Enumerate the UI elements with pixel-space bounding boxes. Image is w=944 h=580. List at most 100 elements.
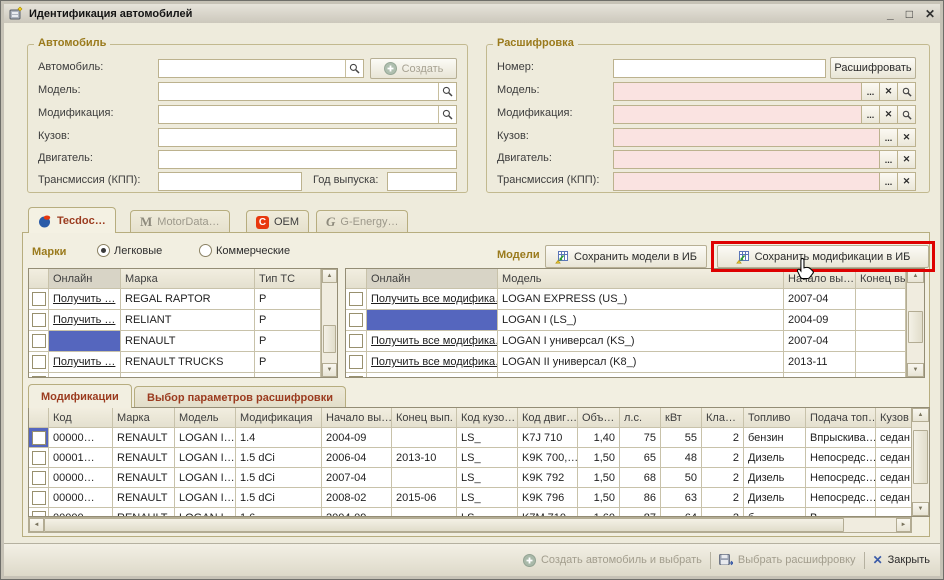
title-bar[interactable]: Идентификация автомобилей _ □ ✕ (4, 4, 940, 23)
decode-model-field[interactable] (613, 82, 862, 101)
cell[interactable]: 00000… (49, 428, 113, 448)
table-row[interactable]: Получить … RENAULT TRUCKS P (29, 352, 337, 373)
create-vehicle-button[interactable]: Создать (370, 58, 457, 79)
column-header[interactable]: Кла… (702, 408, 744, 428)
cell[interactable]: 2015-06 (392, 488, 457, 508)
start-cell[interactable]: 2012-09 (784, 373, 856, 378)
tab-tecdoc[interactable]: Tecdoc… (28, 207, 116, 233)
decode-modification-field[interactable] (613, 105, 862, 124)
cell[interactable]: Непосредс… (806, 488, 876, 508)
checkbox[interactable] (32, 376, 46, 378)
start-cell[interactable]: 2013-11 (784, 352, 856, 373)
models-header-online[interactable]: Онлайн (367, 269, 498, 289)
cell[interactable]: б… (744, 508, 806, 517)
table-row[interactable]: Получить … RELIANT P (29, 310, 337, 331)
checkbox[interactable] (349, 313, 363, 327)
end-cell[interactable] (856, 331, 906, 352)
cell[interactable]: 1,40 (578, 428, 620, 448)
maximize-button[interactable]: □ (906, 7, 913, 21)
minimize-button[interactable]: _ (887, 7, 894, 21)
row-checkbox-cell[interactable] (346, 310, 367, 331)
table-row[interactable]: Получить все модифика… LOGAN/STEPWAY II … (346, 373, 924, 378)
table-row[interactable]: 00001… RENAULT LOGAN I… 1.5 dCi 2006-04 … (29, 448, 929, 468)
vehicle-modification-input[interactable] (158, 105, 457, 124)
scroll-left-icon[interactable]: ◄ (29, 518, 44, 532)
cell[interactable]: 87 (620, 508, 661, 517)
tab-motordata[interactable]: M MotorData… (130, 210, 230, 233)
checkbox[interactable] (32, 431, 46, 445)
cell[interactable] (392, 428, 457, 448)
selected-cell[interactable] (367, 310, 498, 331)
cell[interactable]: 1,60 (578, 508, 620, 517)
start-cell[interactable]: 2007-04 (784, 331, 856, 352)
tab-modifications[interactable]: Модификации (28, 384, 132, 408)
cell[interactable]: 00000… (49, 488, 113, 508)
cell[interactable]: 2013-10 (392, 448, 457, 468)
cell[interactable]: В… (806, 508, 876, 517)
scroll-down-icon[interactable]: ▼ (322, 363, 337, 377)
online-link-cell[interactable]: Получить … (49, 352, 121, 373)
cell[interactable]: Впрыскива… (806, 428, 876, 448)
brands-header-type[interactable]: Тип ТС (255, 269, 321, 289)
scroll-up-icon[interactable]: ▲ (322, 269, 337, 283)
vehicle-transmission-input[interactable] (158, 172, 302, 191)
row-checkbox-cell[interactable] (29, 289, 49, 310)
decode-button[interactable]: Расшифровать (830, 57, 916, 79)
cell[interactable]: 2 (702, 508, 744, 517)
cell[interactable]: 48 (661, 448, 702, 468)
cell[interactable]: 00000… (49, 508, 113, 517)
cell[interactable]: 2008-02 (322, 488, 392, 508)
selected-cell[interactable] (49, 331, 121, 352)
cell[interactable] (392, 508, 457, 517)
search-icon[interactable] (438, 83, 456, 100)
scroll-thumb[interactable] (908, 311, 923, 343)
cell[interactable]: 1,50 (578, 488, 620, 508)
cell[interactable]: 1.4 (236, 428, 322, 448)
cell[interactable]: K9K 792 (518, 468, 578, 488)
more-button[interactable]: ... (862, 82, 880, 101)
more-button[interactable]: ... (880, 128, 898, 147)
online-link-cell[interactable]: Получить … (49, 310, 121, 331)
vehicle-engine-input[interactable] (158, 150, 457, 169)
online-link-cell[interactable]: Получить … (49, 289, 121, 310)
clear-icon[interactable]: ✕ (880, 105, 898, 124)
model-cell[interactable]: LOGAN/STEPWAY II (L8_) (498, 373, 784, 378)
radio-commercial[interactable]: Коммерческие (199, 244, 290, 257)
scroll-thumb[interactable] (323, 325, 336, 353)
checkbox[interactable] (32, 292, 46, 306)
column-header[interactable]: Объ… (578, 408, 620, 428)
scroll-down-icon[interactable]: ▼ (907, 363, 924, 377)
brands-header-checkbox[interactable] (29, 269, 49, 289)
cell[interactable]: Дизель (744, 488, 806, 508)
decode-body-field[interactable] (613, 128, 880, 147)
table-row[interactable]: 00000… RENAULT LOGAN I… 1.5 dCi 2007-04 … (29, 468, 929, 488)
row-checkbox-cell[interactable] (29, 448, 49, 468)
cell[interactable]: LOGAN I… (175, 428, 236, 448)
cell[interactable]: 1,50 (578, 468, 620, 488)
cell[interactable]: 86 (620, 488, 661, 508)
more-button[interactable]: ... (862, 105, 880, 124)
column-header[interactable]: Код кузо… (457, 408, 518, 428)
radio-passenger[interactable]: Легковые (97, 244, 162, 257)
close-dialog-button[interactable]: ✕ Закрыть (873, 553, 930, 567)
vehicle-body-input[interactable] (158, 128, 457, 147)
cell[interactable]: K9K 700,… (518, 448, 578, 468)
cell[interactable]: 50 (661, 468, 702, 488)
cell[interactable]: 2 (702, 448, 744, 468)
type-cell[interactable]: P (255, 352, 321, 373)
scroll-thumb[interactable] (44, 518, 844, 532)
column-header[interactable]: Начало вы… (322, 408, 392, 428)
models-header-checkbox[interactable] (346, 269, 367, 289)
vertical-scrollbar[interactable]: ▲ ▼ (911, 408, 929, 516)
focused-checkbox-cell[interactable] (29, 428, 49, 448)
more-button[interactable]: ... (880, 150, 898, 169)
search-icon[interactable] (898, 82, 916, 101)
end-cell[interactable] (856, 373, 906, 378)
cell[interactable]: RENAULT (113, 428, 175, 448)
checkbox[interactable] (32, 355, 46, 369)
column-header[interactable]: Топливо (744, 408, 806, 428)
clear-icon[interactable]: ✕ (898, 150, 916, 169)
decode-transmission-field[interactable] (613, 172, 880, 191)
online-link-cell[interactable]: Получить все модифика… (367, 352, 498, 373)
start-cell[interactable]: 2007-04 (784, 289, 856, 310)
